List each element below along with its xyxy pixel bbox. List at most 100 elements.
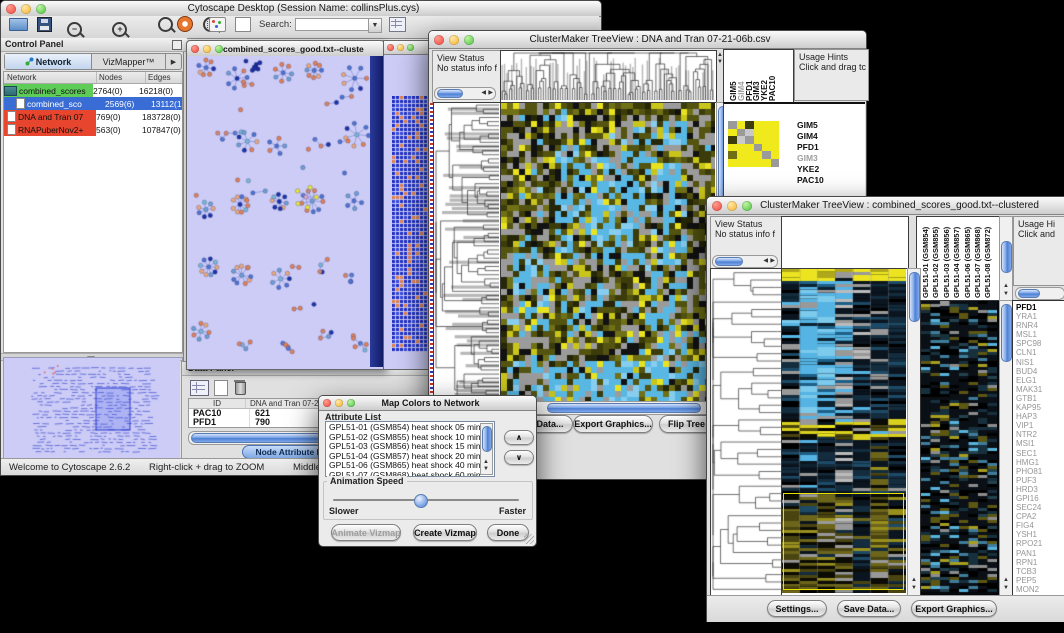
treeview1-titlebar[interactable]: ClusterMaker TreeView : DNA and Tran 07-… (429, 31, 866, 49)
tv2-row-label[interactable]: FIG4 (1016, 521, 1042, 530)
col-nodes[interactable]: Nodes (97, 72, 146, 83)
tv2-row-label[interactable]: CPA2 (1016, 512, 1042, 521)
zoom-in-icon[interactable]: + (112, 22, 127, 37)
tv1-status-hscroll-thumb[interactable] (437, 89, 463, 98)
grid-network-canvas[interactable] (392, 96, 428, 353)
col-id[interactable]: ID (189, 399, 246, 408)
zoom-fit-icon[interactable] (158, 17, 173, 32)
new-attribute-icon[interactable] (214, 380, 228, 396)
minimize-button[interactable] (21, 4, 31, 14)
zoom-out-icon[interactable]: − (67, 22, 82, 37)
tab-overflow-arrow[interactable]: ▶ (165, 54, 181, 69)
tv2-minimize-button[interactable] (727, 201, 737, 211)
tv2-row-label[interactable]: GPI16 (1016, 494, 1042, 503)
birdseye-view-canvas[interactable] (4, 358, 180, 463)
network-list-row[interactable]: combined_scores2764(0)16218(0) (4, 84, 182, 97)
tv2-row-dendrogram[interactable] (711, 269, 781, 593)
tv2-row-label[interactable]: RPN1 (1016, 558, 1042, 567)
tv2-row-label[interactable]: SEC24 (1016, 503, 1042, 512)
tv1-row-label[interactable]: GIM3 (797, 153, 824, 164)
tv2-row-label[interactable]: YSH1 (1016, 530, 1042, 539)
tv1-row-label[interactable]: GIM4 (797, 131, 824, 142)
annotation-icon[interactable] (235, 17, 251, 32)
tv1-export-graphics-button[interactable]: Export Graphics... (573, 415, 653, 433)
scroll-right-arrow[interactable]: ▶ (770, 258, 775, 264)
tv1-close-button[interactable] (434, 35, 444, 45)
dialog-zoom-button[interactable] (347, 399, 355, 407)
tv2-row-label[interactable]: HAP3 (1016, 412, 1042, 421)
tv1-row-dendrogram[interactable] (434, 103, 499, 401)
tv2-column-label[interactable]: GPL51-08 (GSM872) (983, 219, 992, 298)
scroll-up-arrow[interactable]: ▲ (1003, 577, 1009, 583)
tv2-column-label[interactable]: GPL51-06 (GSM865) (963, 219, 972, 298)
scroll-up-arrow[interactable]: ▲ (911, 577, 917, 583)
done-button[interactable]: Done (487, 524, 529, 541)
tv2-column-label[interactable]: GPL51-01 (GSM854) (921, 219, 930, 298)
scroll-left-arrow[interactable]: ◀ (481, 90, 486, 96)
tv1-column-label[interactable]: PAC10 (768, 53, 777, 101)
tv1-column-dendrogram[interactable] (501, 51, 714, 100)
tv2-row-label[interactable]: PFD1 (1016, 303, 1042, 312)
tv2-column-label[interactable]: GPL51-03 (GSM856) (942, 219, 951, 298)
tv2-status-hscroll-thumb[interactable] (715, 257, 743, 266)
frame-zoom-button[interactable] (215, 45, 223, 53)
tv2-column-label[interactable]: GPL51-07 (GSM868) (973, 219, 982, 298)
tv2-row-label[interactable]: NTR2 (1016, 430, 1042, 439)
scroll-up-arrow[interactable]: ▲ (1003, 283, 1009, 289)
tv2-column-label[interactable]: GPL51-04 (GSM857) (952, 219, 961, 298)
scroll-up-arrow[interactable]: ▲ (483, 459, 489, 465)
attribute-list-vscroll[interactable]: ▲▼ (480, 423, 493, 475)
tv2-row-label[interactable]: HMG1 (1016, 458, 1042, 467)
help-ring-icon[interactable] (177, 16, 193, 32)
tv1-zoom-button[interactable] (464, 35, 474, 45)
open-folder-icon[interactable] (9, 18, 28, 31)
tv2-collabel-vscroll[interactable]: ▲▼ (999, 216, 1013, 301)
tv1-row-label[interactable]: YKE2 (797, 164, 824, 175)
scroll-down-arrow[interactable]: ▼ (911, 585, 917, 591)
frame-close-button[interactable] (191, 45, 199, 53)
grid-frame-titlebar[interactable] (384, 41, 429, 55)
tv2-row-label[interactable]: KAP95 (1016, 403, 1042, 412)
tv2-column-label[interactable]: GPL51-02 (GSM855) (931, 219, 940, 298)
tv1-minimize-button[interactable] (449, 35, 459, 45)
tv2-export-graphics-button[interactable]: Export Graphics... (911, 600, 997, 617)
scroll-down-arrow[interactable]: ▼ (1003, 291, 1009, 297)
tv2-row-label[interactable]: RPO21 (1016, 539, 1042, 548)
attribute-list-vscroll-thumb[interactable] (482, 426, 492, 452)
frame-minimize-button[interactable] (203, 45, 211, 53)
tv2-hints-hscroll-thumb[interactable] (1018, 289, 1040, 298)
tv2-row-label[interactable]: PUF3 (1016, 476, 1042, 485)
grid-frame-minimize-button[interactable] (397, 44, 404, 51)
scroll-right-arrow[interactable]: ▶ (488, 90, 493, 96)
tv2-collabel-vscroll-thumb[interactable] (1001, 241, 1012, 273)
tv1-row-label[interactable]: PAC10 (797, 175, 824, 186)
network-list-row[interactable]: combined_sco2569(6)13112(15) (4, 97, 182, 110)
float-panel-icon[interactable] (172, 40, 182, 50)
tv2-rowlabel-vscroll[interactable]: ▲▼ (999, 300, 1013, 596)
tv2-row-label[interactable]: PHO81 (1016, 467, 1042, 476)
search-input[interactable] (295, 18, 371, 31)
network-canvas[interactable] (187, 56, 370, 367)
tv1-heatmap-hscroll-thumb[interactable] (547, 403, 701, 413)
tv1-zoom-heatmap[interactable] (728, 121, 779, 167)
tv2-settings-button[interactable]: Settings... (767, 600, 827, 617)
tv1-row-label[interactable]: PFD1 (797, 142, 824, 153)
close-button[interactable] (6, 4, 16, 14)
vizmapper-icon[interactable] (209, 17, 226, 32)
col-network[interactable]: Network (4, 72, 97, 83)
tv2-row-label[interactable]: PEP5 (1016, 576, 1042, 585)
col-edges[interactable]: Edges (146, 72, 182, 83)
scroll-down-arrow[interactable]: ▼ (1003, 585, 1009, 591)
tv2-row-label[interactable]: TCB3 (1016, 567, 1042, 576)
tv2-rowlabel-vscroll-thumb[interactable] (1001, 304, 1012, 362)
animate-vizmap-button[interactable]: Animate Vizmap (331, 524, 401, 541)
tab-vizmapper[interactable]: VizMapper™ (92, 54, 165, 69)
network-frame-titlebar[interactable]: combined_scores_good.txt--cluste... (187, 41, 384, 57)
table-icon[interactable] (389, 17, 406, 32)
tv2-zoom-heatmap-canvas[interactable] (921, 301, 997, 593)
tv2-row-label[interactable]: SPC98 (1016, 339, 1042, 348)
save-icon[interactable] (37, 17, 52, 32)
delete-attribute-icon[interactable] (234, 379, 245, 394)
resize-grip[interactable] (524, 534, 534, 544)
tv2-row-label[interactable]: VIP1 (1016, 421, 1042, 430)
